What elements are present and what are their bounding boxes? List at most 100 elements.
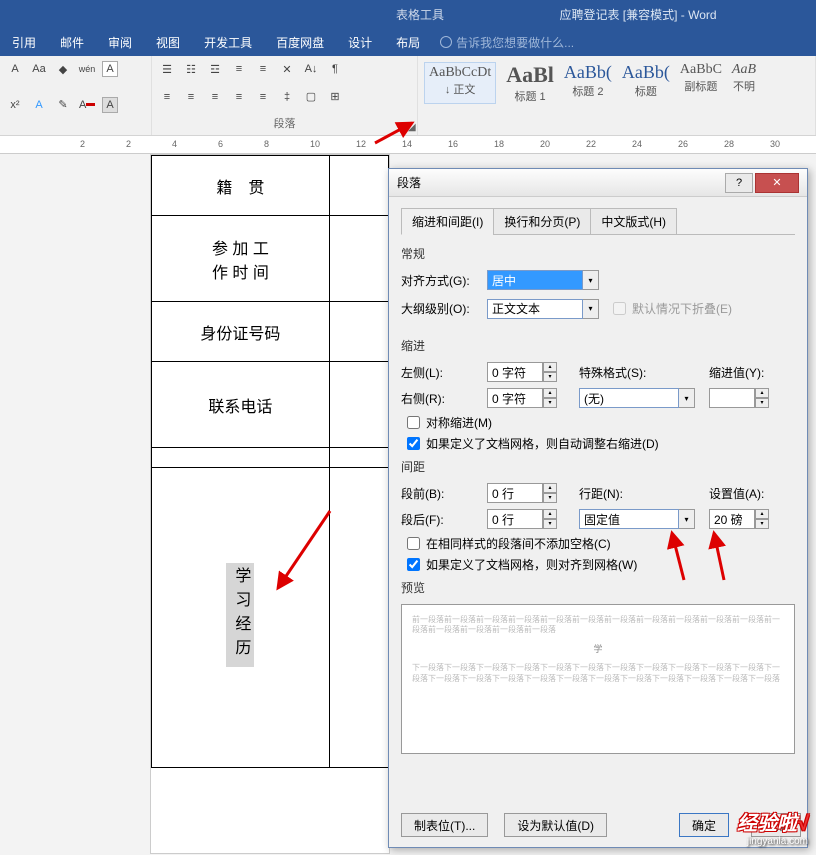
tab-view[interactable]: 视图	[144, 28, 192, 57]
numbering-icon[interactable]: ☷	[182, 60, 200, 78]
align-right-icon[interactable]: ≡	[206, 88, 224, 106]
tab-developer[interactable]: 开发工具	[192, 28, 264, 57]
cell-native-place[interactable]: 籍 贯	[152, 156, 330, 216]
by-spin[interactable]: ▴▾	[709, 388, 769, 408]
right-indent-spin[interactable]: ▴▾	[487, 388, 557, 408]
decrease-indent-icon[interactable]: ≡	[230, 60, 248, 78]
line-spacing-icon[interactable]: ‡	[278, 88, 296, 106]
cell-val-3[interactable]	[329, 362, 388, 448]
chevron-down-icon[interactable]: ▾	[583, 299, 599, 319]
dialog-titlebar[interactable]: 段落 ? ✕	[389, 169, 807, 197]
spin-up-icon[interactable]: ▴	[755, 509, 769, 519]
tab-mailings[interactable]: 邮件	[48, 28, 96, 57]
nospace-label: 在相同样式的段落间不添加空格(C)	[426, 535, 611, 552]
align-justify-icon[interactable]: ≡	[230, 88, 248, 106]
phonetic-icon[interactable]: wén	[78, 60, 96, 78]
cell-blank-a[interactable]	[152, 448, 330, 468]
nospace-checkbox[interactable]	[407, 537, 420, 550]
cell-val-1[interactable]	[329, 216, 388, 302]
alignment-combo[interactable]: ▾	[487, 270, 599, 290]
left-indent-spin[interactable]: ▴▾	[487, 362, 557, 382]
cancel-button[interactable]: 取消	[751, 813, 801, 837]
chevron-down-icon[interactable]: ▾	[679, 388, 695, 408]
grid2-checkbox[interactable]	[407, 558, 420, 571]
chevron-down-icon[interactable]: ▾	[583, 270, 599, 290]
cell-work-time[interactable]: 参 加 工 作 时 间	[152, 216, 330, 302]
font-color-icon[interactable]: A	[78, 96, 96, 114]
font-size-small-icon[interactable]: A	[6, 60, 24, 78]
text-effects-icon[interactable]: A	[30, 96, 48, 114]
style-heading1[interactable]: AaBl 标题 1	[506, 62, 554, 104]
multilevel-icon[interactable]: ☲	[206, 60, 224, 78]
tab-references[interactable]: 引用	[0, 28, 48, 57]
spin-down-icon[interactable]: ▾	[755, 519, 769, 529]
at-spin[interactable]: ▴▾	[709, 509, 769, 529]
spin-down-icon[interactable]: ▾	[755, 398, 769, 408]
by-label: 缩进值(Y):	[709, 364, 777, 381]
page[interactable]: 籍 贯 参 加 工 作 时 间 身份证号码 联系电话 学习经历	[150, 154, 390, 854]
grid1-checkbox[interactable]	[407, 437, 420, 450]
before-spin[interactable]: ▴▾	[487, 483, 557, 503]
mirror-checkbox[interactable]	[407, 416, 420, 429]
spin-up-icon[interactable]: ▴	[543, 483, 557, 493]
default-button[interactable]: 设为默认值(D)	[504, 813, 607, 837]
increase-indent-icon[interactable]: ≡	[254, 60, 272, 78]
char-shading-icon[interactable]: A	[102, 97, 118, 113]
chevron-down-icon[interactable]: ▾	[679, 509, 695, 529]
cell-phone[interactable]: 联系电话	[152, 362, 330, 448]
style-more[interactable]: AaB 不明	[732, 62, 756, 104]
collapse-checkbox	[613, 302, 626, 315]
align-distribute-icon[interactable]: ≡	[254, 88, 272, 106]
tell-me[interactable]: 告诉我您想要做什么...	[440, 34, 574, 51]
tabs-button[interactable]: 制表位(T)...	[401, 813, 488, 837]
cell-blank-b[interactable]	[329, 448, 388, 468]
spin-down-icon[interactable]: ▾	[543, 493, 557, 503]
spin-up-icon[interactable]: ▴	[543, 509, 557, 519]
cell-val-2[interactable]	[329, 302, 388, 362]
tab-asian[interactable]: 中文版式(H)	[590, 208, 677, 235]
align-center-icon[interactable]: ≡	[182, 88, 200, 106]
spin-down-icon[interactable]: ▾	[543, 398, 557, 408]
selected-vertical-text[interactable]: 学习经历	[226, 563, 254, 667]
style-title[interactable]: AaBb( 标题	[622, 62, 670, 104]
borders-icon[interactable]: ⊞	[326, 88, 344, 106]
window-title: 应聘登记表 [兼容模式] - Word	[559, 6, 716, 23]
left-indent-label: 左侧(L):	[401, 364, 481, 381]
tab-layout[interactable]: 布局	[384, 28, 432, 57]
tab-baidu[interactable]: 百度网盘	[264, 28, 336, 57]
special-combo[interactable]: ▾	[579, 388, 695, 408]
spin-up-icon[interactable]: ▴	[755, 388, 769, 398]
sort-icon[interactable]: A↓	[302, 60, 320, 78]
tab-line-breaks[interactable]: 换行和分页(P)	[493, 208, 591, 235]
highlight-icon[interactable]: ✎	[54, 96, 72, 114]
style-heading2[interactable]: AaBb( 标题 2	[564, 62, 612, 104]
spin-up-icon[interactable]: ▴	[543, 362, 557, 372]
line-spacing-combo[interactable]: ▾	[579, 509, 695, 529]
context-label: 表格工具	[380, 6, 460, 23]
ok-button[interactable]: 确定	[679, 813, 729, 837]
tab-indent-spacing[interactable]: 缩进和间距(I)	[401, 208, 494, 235]
superscript-icon[interactable]: x²	[6, 96, 24, 114]
asian-layout-icon[interactable]: ✕	[278, 60, 296, 78]
spin-down-icon[interactable]: ▾	[543, 519, 557, 529]
style-normal[interactable]: AaBbCcDt ↓ 正文	[424, 62, 496, 104]
char-border-icon[interactable]: A	[102, 61, 118, 77]
after-spin[interactable]: ▴▾	[487, 509, 557, 529]
spin-up-icon[interactable]: ▴	[543, 388, 557, 398]
style-subtitle[interactable]: AaBbC 副标题	[680, 62, 722, 104]
align-left-icon[interactable]: ≡	[158, 88, 176, 106]
tab-review[interactable]: 审阅	[96, 28, 144, 57]
spin-down-icon[interactable]: ▾	[543, 372, 557, 382]
ribbon-tabs: 引用 邮件 审阅 视图 开发工具 百度网盘 设计 布局 告诉我您想要做什么...	[0, 28, 816, 56]
cell-val-0[interactable]	[329, 156, 388, 216]
show-marks-icon[interactable]: ¶	[326, 60, 344, 78]
shading-icon[interactable]: ▢	[302, 88, 320, 106]
bullets-icon[interactable]: ☰	[158, 60, 176, 78]
cell-id-number[interactable]: 身份证号码	[152, 302, 330, 362]
change-case-icon[interactable]: Aa	[30, 60, 48, 78]
tab-design[interactable]: 设计	[336, 28, 384, 57]
close-button[interactable]: ✕	[755, 173, 799, 193]
help-button[interactable]: ?	[725, 173, 753, 193]
clear-format-icon[interactable]: ◆	[54, 60, 72, 78]
outline-combo[interactable]: ▾	[487, 299, 599, 319]
